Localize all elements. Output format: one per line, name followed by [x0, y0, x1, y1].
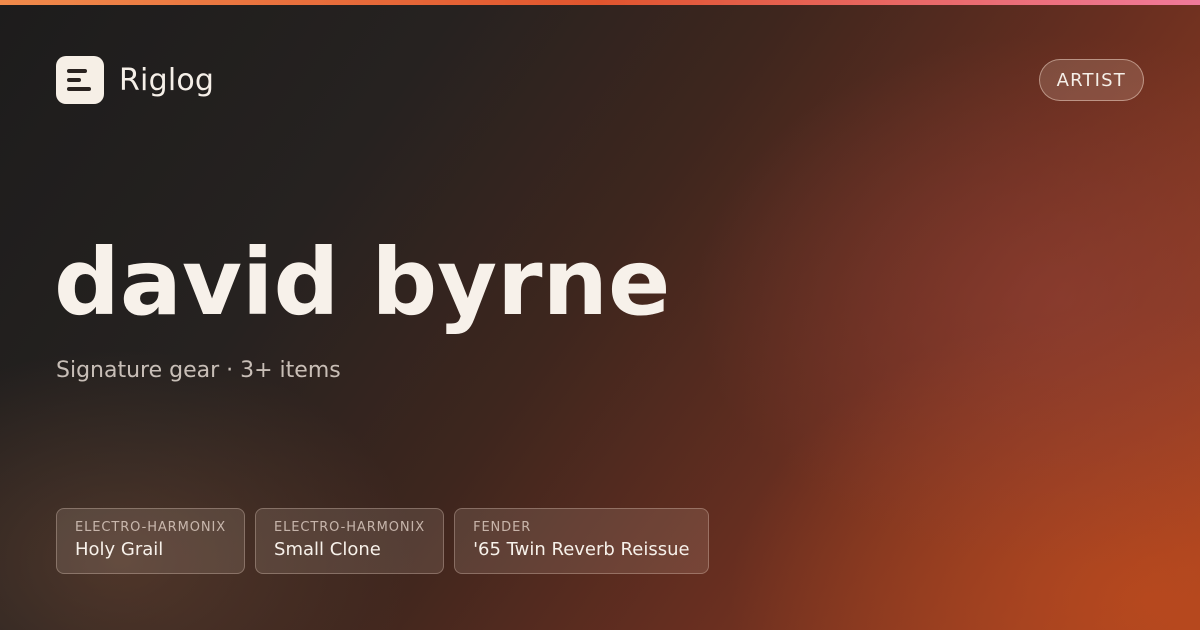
gear-name: '65 Twin Reverb Reissue [473, 539, 690, 560]
artist-subtitle: Signature gear · 3+ items [56, 358, 341, 383]
artist-name: david byrne [54, 229, 671, 336]
gear-brand: ELECTRO-HARMONIX [75, 520, 227, 535]
top-accent-bar [0, 0, 1200, 5]
gear-card[interactable]: FENDER '65 Twin Reverb Reissue [454, 508, 709, 574]
gear-card[interactable]: ELECTRO-HARMONIX Holy Grail [56, 508, 246, 574]
brand-header[interactable]: Riglog [56, 56, 214, 104]
gear-name: Holy Grail [75, 539, 164, 560]
gear-list: ELECTRO-HARMONIX Holy Grail ELECTRO-HARM… [56, 508, 709, 574]
artist-badge: ARTIST [1038, 59, 1144, 101]
gear-card[interactable]: ELECTRO-HARMONIX Small Clone [255, 508, 445, 574]
riglog-logo-icon [56, 56, 104, 104]
gear-brand: FENDER [473, 520, 532, 535]
brand-name: Riglog [119, 62, 215, 98]
gear-name: Small Clone [274, 539, 381, 560]
gear-brand: ELECTRO-HARMONIX [274, 520, 426, 535]
